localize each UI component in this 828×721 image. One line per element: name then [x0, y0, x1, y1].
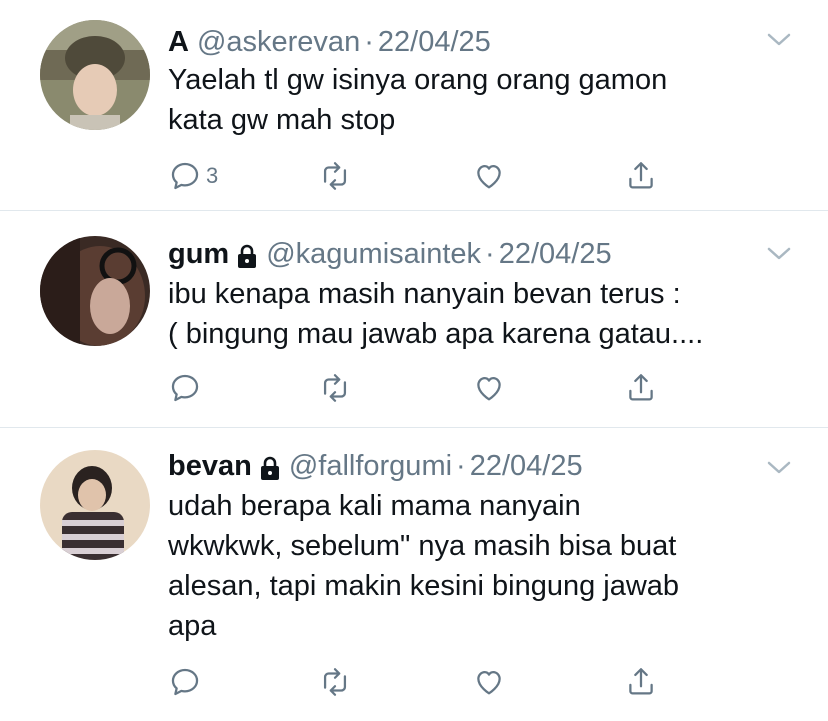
retweet-icon: [323, 668, 347, 696]
like-button[interactable]: [472, 664, 506, 700]
chevron-down-icon[interactable]: [766, 246, 792, 262]
tweet-line: alesan, tapi makin kesini bingung jawab: [168, 570, 680, 602]
lock-icon: [238, 244, 257, 268]
tweet-line: Yaelah tl gw isinya orang orang gamon: [168, 64, 668, 96]
lock-icon: [260, 456, 279, 480]
chevron-down-icon[interactable]: [766, 32, 792, 48]
reply-icon: [171, 374, 199, 402]
share-button[interactable]: [624, 370, 658, 406]
share-icon: [629, 668, 653, 695]
tweet-text: Yaelah tl gw isinya orang orang gamon ka…: [168, 60, 788, 140]
display-name[interactable]: bevan: [168, 450, 252, 483]
avatar[interactable]: [40, 20, 150, 130]
user-handle[interactable]: @fallforgumi: [289, 450, 452, 483]
tweet-text: ibu kenapa masih nanyain bevan terus : (…: [168, 274, 788, 354]
tweet-actions: [168, 370, 668, 406]
like-button[interactable]: [472, 158, 506, 194]
tweet-actions: [168, 664, 668, 700]
tweet-line: apa: [168, 610, 217, 642]
tweet-date[interactable]: 22/04/25: [499, 238, 612, 271]
display-name[interactable]: gum: [168, 238, 229, 271]
reply-button[interactable]: 3: [168, 158, 218, 194]
tweet-line: kata gw mah stop: [168, 104, 396, 136]
user-handle[interactable]: @askerevan: [197, 26, 360, 59]
tweet-header: bevan @fallforgumi · 22/04/25: [168, 446, 583, 486]
avatar[interactable]: [40, 236, 150, 346]
display-name[interactable]: A: [168, 26, 189, 59]
user-handle[interactable]: @kagumisaintek: [266, 238, 481, 271]
tweet-line: ( bingung mau jawab apa karena gatau....: [168, 318, 704, 350]
retweet-icon: [323, 162, 347, 190]
reply-icon: [171, 668, 199, 696]
share-icon: [629, 374, 653, 401]
tweet-date[interactable]: 22/04/25: [470, 450, 583, 483]
separator: ·: [456, 449, 466, 482]
reply-icon: [171, 162, 199, 190]
reply-count: 3: [206, 163, 219, 188]
reply-button[interactable]: [168, 370, 206, 406]
separator: ·: [485, 237, 495, 270]
tweet-2[interactable]: gum @kagumisaintek · 22/04/25 ibu kenapa…: [0, 232, 828, 422]
tweet-text: udah berapa kali mama nanyain wkwkwk, se…: [168, 486, 788, 646]
heart-icon: [477, 376, 501, 401]
share-button[interactable]: [624, 158, 658, 194]
heart-icon: [477, 670, 501, 695]
share-icon: [629, 162, 653, 189]
separator: ·: [364, 25, 374, 58]
tweet-date[interactable]: 22/04/25: [378, 26, 491, 59]
chevron-down-icon[interactable]: [766, 460, 792, 476]
reply-button[interactable]: [168, 664, 206, 700]
retweet-button[interactable]: [318, 158, 352, 194]
tweet-divider: [0, 427, 828, 428]
avatar[interactable]: [40, 450, 150, 560]
share-button[interactable]: [624, 664, 658, 700]
tweet-line: udah berapa kali mama nanyain: [168, 490, 581, 522]
retweet-icon: [323, 374, 347, 402]
tweet-line: ibu kenapa masih nanyain bevan terus :: [168, 278, 681, 310]
like-button[interactable]: [472, 370, 506, 406]
tweet-actions: 3: [168, 158, 668, 194]
tweet-header: A @askerevan · 22/04/25: [168, 22, 491, 62]
tweet-line: wkwkwk, sebelum" nya masih bisa buat: [168, 530, 677, 562]
retweet-button[interactable]: [318, 370, 352, 406]
tweet-3[interactable]: bevan @fallforgumi · 22/04/25 udah berap…: [0, 446, 828, 716]
heart-icon: [477, 164, 501, 189]
tweet-1[interactable]: A @askerevan · 22/04/25 Yaelah tl gw isi…: [0, 18, 828, 208]
tweet-header: gum @kagumisaintek · 22/04/25: [168, 234, 612, 274]
tweet-divider: [0, 210, 828, 211]
retweet-button[interactable]: [318, 664, 352, 700]
